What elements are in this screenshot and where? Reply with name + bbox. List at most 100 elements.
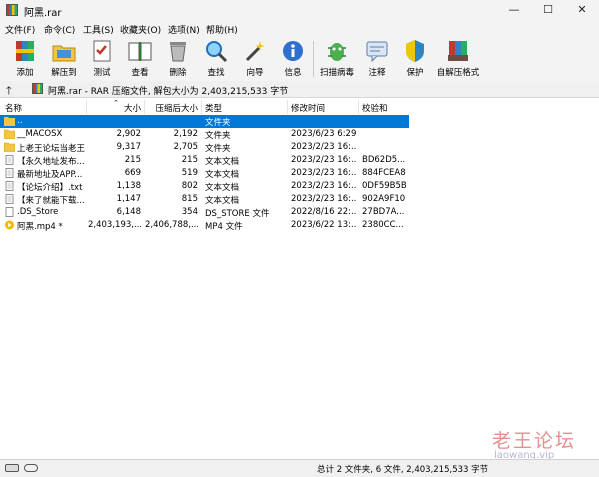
cell-size: 2,902 bbox=[116, 129, 141, 139]
menu-help[interactable]: 帮助(H) bbox=[206, 23, 238, 36]
delete-icon bbox=[170, 42, 186, 62]
cell-type: 文件夹 bbox=[205, 118, 231, 128]
test-button[interactable]: 测试 bbox=[89, 38, 115, 78]
parent-folder-icon bbox=[4, 116, 15, 126]
file-row[interactable]: 【论坛介绍】.txt 1,138 802 文本文档 2023/2/23 16:... 0D… bbox=[0, 180, 409, 193]
add-label: 添加 bbox=[16, 68, 34, 78]
window-title: 阿黑.rar bbox=[24, 8, 62, 19]
cell-packed: 802 bbox=[181, 181, 198, 191]
view-button[interactable]: 查看 bbox=[127, 38, 153, 78]
address-bar: 🡑 阿黑.rar - RAR 压缩文件, 解包大小为 2,403,215,533… bbox=[0, 81, 599, 98]
cell-name: 最新地址及APP... bbox=[17, 170, 83, 180]
cell-type: DS_STORE 文件 bbox=[205, 209, 270, 219]
add-button[interactable]: 添加 bbox=[12, 38, 38, 78]
file-row[interactable]: __MACOSX 2,902 2,192 文件夹 2023/6/23 6:29 bbox=[0, 128, 409, 141]
protect-button[interactable]: 保护 bbox=[402, 38, 428, 78]
cell-packed: 2,406,788,... bbox=[145, 220, 198, 230]
cell-modified: 2023/6/23 6:29 bbox=[291, 129, 357, 139]
file-row[interactable]: 【来了就能下载... 1,147 815 文本文档 2023/2/23 16:... 90… bbox=[0, 193, 409, 206]
cell-modified: 2023/2/23 16:... bbox=[291, 155, 357, 165]
column-divider[interactable] bbox=[287, 100, 288, 114]
column-divider[interactable] bbox=[358, 100, 359, 114]
menu-commands[interactable]: 命令(C) bbox=[44, 23, 75, 36]
sfx-button[interactable]: 自解压格式 bbox=[435, 38, 481, 78]
cell-crc: BD62D5... bbox=[362, 155, 406, 165]
cell-modified: 2023/2/23 16:... bbox=[291, 168, 357, 178]
column-type[interactable]: 类型 bbox=[205, 102, 222, 114]
menu-file[interactable]: 文件(F) bbox=[5, 23, 35, 36]
maximize-button[interactable]: ☐ bbox=[531, 0, 565, 20]
cell-size: 1,147 bbox=[116, 194, 141, 204]
cell-crc: 884FCEA8 bbox=[362, 168, 406, 178]
cell-modified: 2023/6/22 13:... bbox=[291, 220, 357, 230]
find-icon bbox=[206, 41, 228, 63]
column-divider[interactable] bbox=[86, 100, 87, 114]
cell-crc: 0DF59B5B bbox=[362, 181, 407, 191]
test-icon bbox=[93, 40, 111, 62]
file-row[interactable]: 上老王论坛当老王 9,317 2,705 文件夹 2023/2/23 16:... bbox=[0, 141, 409, 154]
cell-modified: 2022/8/16 22:... bbox=[291, 207, 357, 217]
column-header: 名称 ⌃ 大小 压缩后大小 类型 修改时间 校验和 bbox=[0, 99, 599, 114]
view-label: 查看 bbox=[131, 68, 149, 78]
cell-type: 文本文档 bbox=[205, 170, 240, 180]
drive-icon[interactable] bbox=[5, 464, 19, 472]
cell-name: 【来了就能下载... bbox=[17, 196, 85, 206]
file-row[interactable]: .. 文件夹 bbox=[0, 115, 409, 128]
cell-packed: 215 bbox=[181, 155, 198, 165]
menu-favorites[interactable]: 收藏夹(O) bbox=[120, 23, 161, 36]
file-row[interactable]: 阿黑.mp4 * 2,403,193,... 2,406,788,... MP4 文件… bbox=[0, 219, 409, 232]
cell-name: .. bbox=[17, 116, 23, 126]
comment-button[interactable]: 注释 bbox=[364, 38, 390, 78]
cell-modified: 2023/2/23 16:... bbox=[291, 194, 357, 204]
watermark: 老王论坛 laowang.vip bbox=[492, 426, 576, 461]
close-button[interactable]: ✕ bbox=[565, 0, 599, 20]
extract-to-label: 解压到 bbox=[51, 68, 77, 78]
cell-size: 9,317 bbox=[116, 142, 141, 152]
column-packed[interactable]: 压缩后大小 bbox=[145, 102, 198, 114]
cell-size: 669 bbox=[124, 168, 141, 178]
file-row[interactable]: 最新地址及APP... 669 519 文本文档 2023/2/23 16:... 884… bbox=[0, 167, 409, 180]
key-icon[interactable] bbox=[24, 464, 38, 472]
protect-label: 保护 bbox=[406, 68, 424, 78]
wizard-button[interactable]: 向导 bbox=[242, 38, 268, 78]
folder-icon bbox=[3, 142, 16, 153]
wizard-icon bbox=[245, 41, 265, 62]
column-name[interactable]: 名称 bbox=[5, 102, 22, 114]
up-arrow-icon[interactable]: 🡑 bbox=[6, 82, 12, 101]
test-label: 测试 bbox=[93, 68, 111, 78]
cell-type: 文件夹 bbox=[205, 144, 231, 154]
cell-packed: 354 bbox=[181, 207, 198, 217]
info-button[interactable]: 信息 bbox=[280, 38, 306, 78]
minimize-button[interactable]: — bbox=[497, 0, 531, 20]
delete-button[interactable]: 删除 bbox=[165, 38, 191, 78]
cell-type: MP4 文件 bbox=[205, 222, 243, 232]
wizard-label: 向导 bbox=[246, 68, 264, 78]
cell-type: 文本文档 bbox=[205, 196, 240, 206]
cell-crc: 902A9F10 bbox=[362, 194, 406, 204]
column-size[interactable]: 大小 bbox=[88, 102, 141, 114]
info-label: 信息 bbox=[284, 68, 302, 78]
menu-options[interactable]: 选项(N) bbox=[168, 23, 200, 36]
cell-crc: 2380CC... bbox=[362, 220, 404, 230]
scan-virus-icon bbox=[328, 43, 346, 61]
cell-name: 上老王论坛当老王 bbox=[17, 144, 85, 154]
text-file-icon bbox=[4, 181, 15, 191]
column-modified[interactable]: 修改时间 bbox=[291, 102, 325, 114]
file-row[interactable]: 【永久地址发布... 215 215 文本文档 2023/2/23 16:... BD62… bbox=[0, 154, 409, 167]
scan-virus-button[interactable]: 扫描病毒 bbox=[318, 38, 356, 78]
comment-label: 注释 bbox=[368, 68, 386, 78]
menu-tools[interactable]: 工具(S) bbox=[83, 23, 114, 36]
text-file-icon bbox=[4, 155, 15, 165]
cell-size: 6,148 bbox=[116, 207, 141, 217]
cell-packed: 815 bbox=[181, 194, 198, 204]
file-row[interactable]: .DS_Store 6,148 354 DS_STORE 文件 2022/8/16 22… bbox=[0, 206, 409, 219]
cell-type: 文本文档 bbox=[205, 157, 240, 167]
column-checksum[interactable]: 校验和 bbox=[362, 102, 388, 114]
view-icon bbox=[128, 42, 152, 61]
extract-to-button[interactable]: 解压到 bbox=[48, 38, 80, 78]
cell-packed: 519 bbox=[181, 168, 198, 178]
find-button[interactable]: 查找 bbox=[203, 38, 229, 78]
delete-label: 删除 bbox=[169, 68, 187, 78]
toolbar-separator bbox=[313, 41, 314, 77]
column-divider[interactable] bbox=[201, 100, 202, 114]
